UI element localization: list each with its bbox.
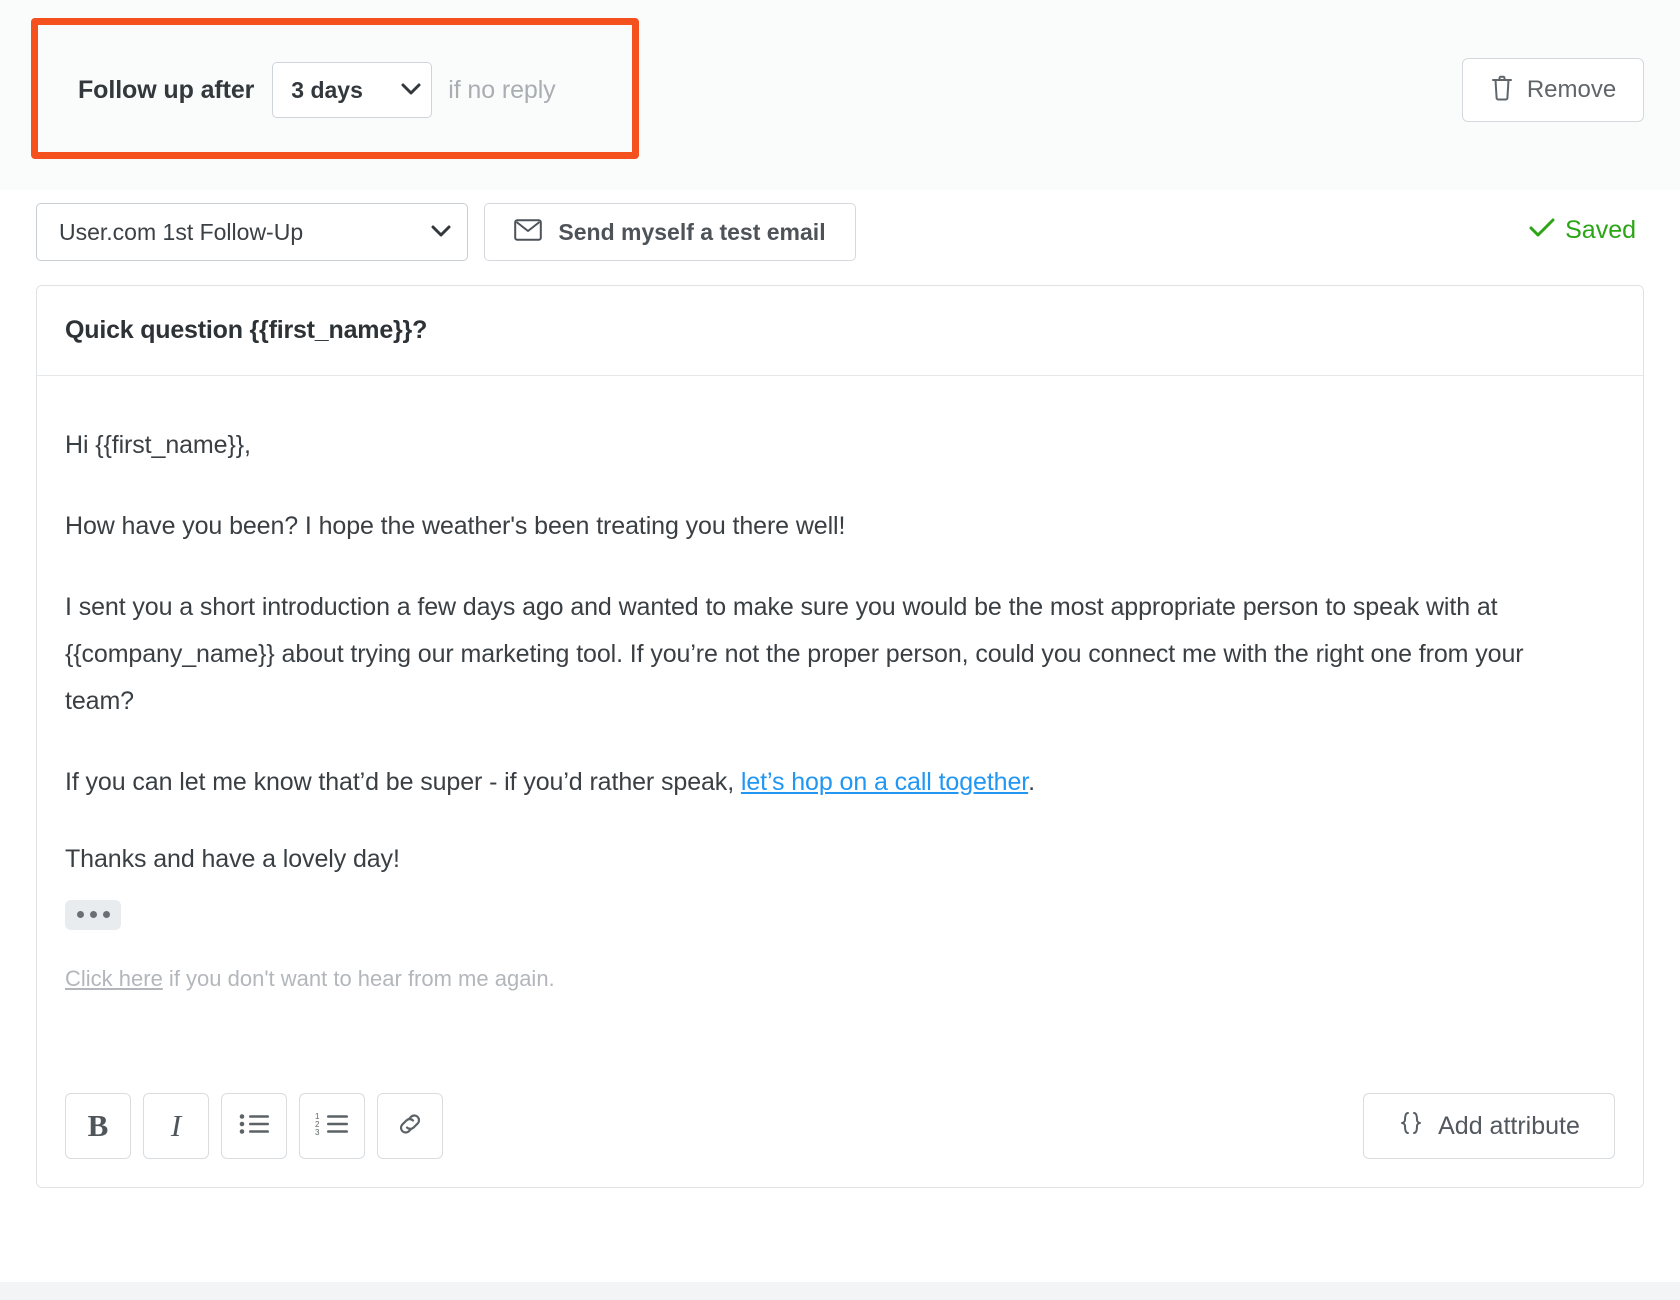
saved-status: Saved xyxy=(1529,216,1636,245)
email-sequence-step-editor: Follow up after 3 days if no reply Remov… xyxy=(0,0,1680,1300)
bold-button[interactable]: B xyxy=(65,1093,131,1159)
send-test-email-label: Send myself a test email xyxy=(558,218,826,245)
email-paragraph-cta: If you can let me know that’d be super -… xyxy=(65,759,1555,806)
signature-placeholder-chip[interactable] xyxy=(65,899,121,930)
follow-up-settings-bar: Follow up after 3 days if no reply Remov… xyxy=(0,0,1680,190)
dot-icon xyxy=(102,911,110,918)
email-paragraph-greeting: Hi {{first_name}}, xyxy=(65,431,251,459)
email-body-editor[interactable]: Hi {{first_name}}, How have you been? I … xyxy=(37,376,1643,992)
trash-icon xyxy=(1490,74,1514,107)
email-template-select[interactable]: User.com 1st Follow-Up xyxy=(36,203,468,261)
email-paragraph-pitch: I sent you a short introduction a few da… xyxy=(65,593,1524,715)
numbered-list-button[interactable]: 1 2 3 xyxy=(299,1093,365,1159)
curly-braces-icon xyxy=(1398,1110,1424,1143)
cta-text-after: . xyxy=(1028,768,1035,796)
saved-label: Saved xyxy=(1565,216,1636,244)
template-row: User.com 1st Follow-Up Send myself a tes… xyxy=(36,203,1644,261)
follow-up-delay-select[interactable]: 3 days xyxy=(272,62,433,118)
unsubscribe-link[interactable]: Click here xyxy=(65,966,163,991)
send-test-email-button[interactable]: Send myself a test email xyxy=(484,203,856,261)
follow-up-delay-value: 3 days xyxy=(291,76,363,103)
unsubscribe-line: Click here if you don't want to hear fro… xyxy=(65,966,1615,992)
bullet-list-icon xyxy=(238,1112,270,1141)
email-paragraph-closing: Thanks and have a lovely day! xyxy=(65,845,400,873)
svg-text:3: 3 xyxy=(315,1128,320,1136)
email-editor-card: Quick question {{first_name}}? Hi {{firs… xyxy=(36,285,1644,1188)
follow-up-label: Follow up after xyxy=(78,75,255,104)
cta-text-before: If you can let me know that’d be super -… xyxy=(65,768,741,796)
email-paragraph-opener: How have you been? I hope the weather's … xyxy=(65,512,846,540)
email-subject-field[interactable]: Quick question {{first_name}}? xyxy=(37,286,1643,376)
remove-step-label: Remove xyxy=(1526,76,1617,103)
check-icon xyxy=(1529,218,1555,243)
link-button[interactable] xyxy=(377,1093,443,1159)
italic-button[interactable]: I xyxy=(143,1093,209,1159)
remove-step-button[interactable]: Remove xyxy=(1462,58,1644,122)
bold-icon: B xyxy=(87,1108,109,1143)
formatting-toolbar: B I 1 2 3 xyxy=(65,1093,443,1159)
dot-icon xyxy=(76,911,84,918)
envelope-icon xyxy=(514,218,543,246)
add-attribute-label: Add attribute xyxy=(1438,1111,1580,1140)
call-link[interactable]: let’s hop on a call together xyxy=(741,768,1028,796)
email-template-value: User.com 1st Follow-Up xyxy=(59,218,304,245)
add-attribute-button[interactable]: Add attribute xyxy=(1363,1093,1615,1159)
page-bottom-strip xyxy=(0,1282,1680,1300)
dot-icon xyxy=(89,911,97,918)
unsubscribe-text: if you don't want to hear from me again. xyxy=(162,965,555,991)
italic-icon: I xyxy=(170,1108,182,1143)
chevron-down-icon xyxy=(401,81,421,99)
numbered-list-icon: 1 2 3 xyxy=(315,1112,349,1141)
email-subject-text: Quick question {{first_name}}? xyxy=(65,316,428,344)
bullet-list-button[interactable] xyxy=(221,1093,287,1159)
link-icon xyxy=(395,1109,425,1144)
follow-up-suffix-label: if no reply xyxy=(448,75,556,104)
follow-up-controls: Follow up after 3 days if no reply xyxy=(36,22,1644,158)
chevron-down-icon xyxy=(431,223,451,241)
